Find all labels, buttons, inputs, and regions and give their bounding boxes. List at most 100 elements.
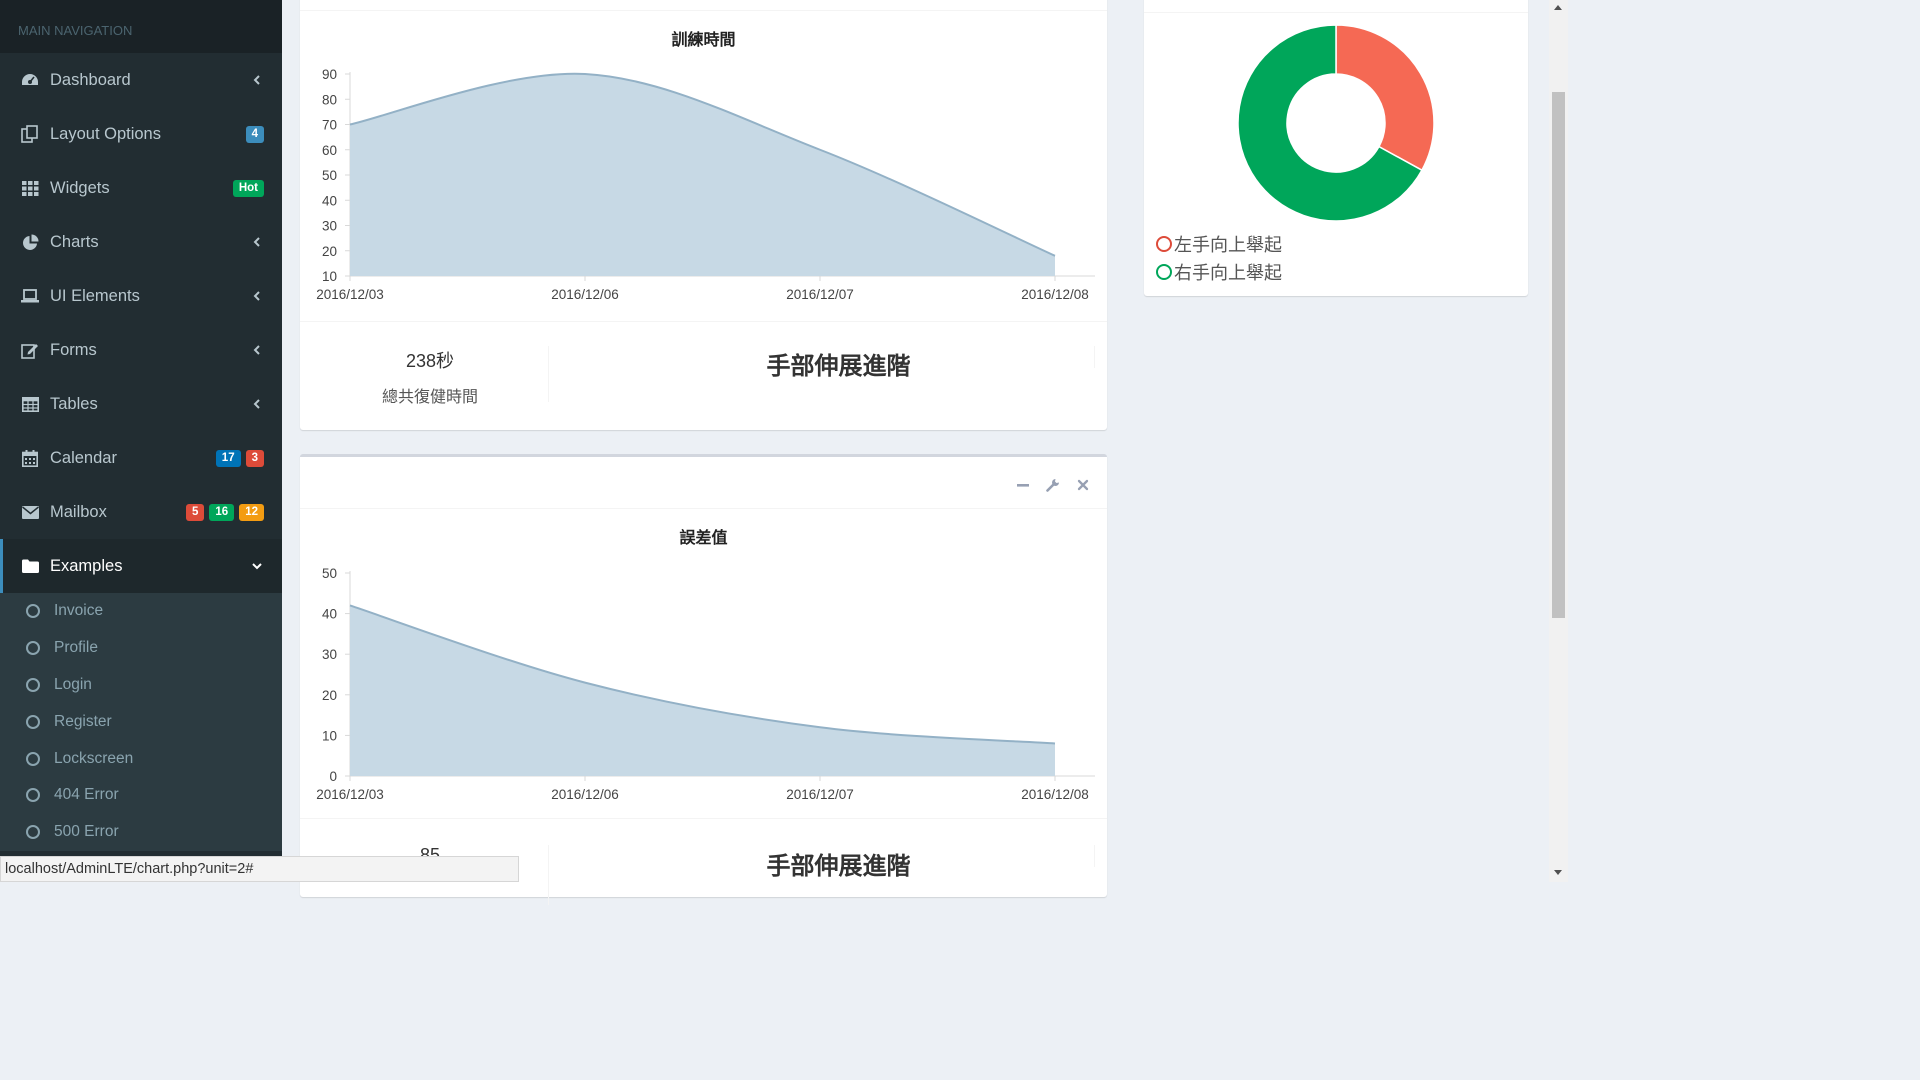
sidebar-item-label: Mailbox [50,502,107,521]
scroll-down-arrow-icon[interactable] [1554,870,1562,875]
error-value-chart: 0 10 20 30 40 50 2016/12/03 2016/12/06 2016/12/0… [316,566,1095,802]
training-time-box: 訓練時間 10 20 30 40 50 60 70 80 90 2016/12/03 2016/12… [300,0,1107,430]
folder-icon [20,556,40,576]
envelope-icon [20,502,40,522]
count-badge: 16 [209,503,235,521]
browser-status-bar: localhost/AdminLTE/chart.php?unit=2# [0,856,519,882]
sidebar-item-label: Charts [50,232,99,251]
chevron-left-icon [253,399,260,409]
sidebar-item-charts[interactable]: Charts [0,215,282,269]
y-tick-label: 10 [322,269,337,284]
files-icon [20,124,40,144]
y-tick-label: 40 [322,607,337,622]
submenu-item-label: 500 Error [54,823,119,841]
sidebar-item-forms[interactable]: Forms [0,323,282,377]
sidebar-item-widgets[interactable]: Widgets Hot [0,161,282,215]
y-tick-label: 70 [322,118,337,133]
submenu-item-login[interactable]: Login [0,667,282,704]
legend-item-left-hand: 左手向上舉起 [1156,231,1282,257]
x-tick-label: 2016/12/03 [316,787,384,802]
sidebar-item-layout-options[interactable]: Layout Options 4 [0,107,282,161]
submenu-item-label: 404 Error [54,786,119,804]
legend-label: 右手向上舉起 [1174,263,1282,283]
submenu-item-lockscreen[interactable]: Lockscreen [0,740,282,777]
y-tick-label: 60 [322,143,337,158]
count-badge: 17 [215,449,241,467]
submenu-item-register[interactable]: Register [0,703,282,740]
donut-slice [1335,24,1435,172]
submenu-item-label: Invoice [54,602,104,620]
sidebar-item-label: Dashboard [50,70,131,89]
sidebar-item-calendar[interactable]: Calendar 17 3 [0,431,282,485]
circle-icon [1156,236,1172,252]
submenu-item-profile[interactable]: Profile [0,630,282,667]
x-tick-label: 2016/12/06 [551,787,619,802]
circle-icon [26,604,40,619]
x-tick-label: 2016/12/03 [316,287,384,302]
hand-raise-donut-chart [1237,24,1435,222]
count-badge: 4 [245,125,264,143]
y-tick-label: 50 [322,168,337,183]
stat-separator [1094,845,1095,867]
area-fill [350,73,1055,277]
scroll-thumb[interactable] [1552,92,1565,618]
count-badge: 3 [245,449,264,467]
chevron-down-icon [252,563,262,570]
x-tick-label: 2016/12/08 [1021,787,1089,802]
error-value-box: 誤差值 0 10 20 30 40 50 2016/12/03 2016/12/06 2016/… [300,454,1107,905]
y-tick-label: 80 [322,92,337,107]
table-icon [20,394,40,414]
x-tick-label: 2016/12/06 [551,287,619,302]
hand-raise-box: 左手向上舉起 右手向上舉起 [1144,0,1528,296]
y-tick-label: 20 [322,244,337,259]
page-scrollbar[interactable] [1549,0,1568,882]
sidebar-item-label: Tables [50,394,98,413]
x-tick-label: 2016/12/07 [786,787,854,802]
submenu-item-500-error[interactable]: 500 Error [0,814,282,851]
x-tick-label: 2016/12/07 [786,287,854,302]
sidebar-item-label: Forms [50,340,97,359]
submenu-item-label: Register [54,712,112,730]
sidebar-item-examples[interactable]: Examples [0,539,282,593]
submenu-item-label: Lockscreen [54,749,134,767]
total-time-value: 238秒 [405,351,455,371]
y-tick-label: 50 [322,566,337,581]
sidebar-item-label: Calendar [50,448,117,467]
hot-badge: Hot [232,179,264,197]
area-fill [350,605,1055,776]
grid-icon [20,178,40,198]
examples-submenu: Invoice Profile Login Register Lockscree… [0,593,282,851]
sidebar-item-mailbox[interactable]: Mailbox 5 16 12 [0,485,282,539]
dashboard-icon [20,70,40,90]
sidebar-item-label: Examples [50,556,123,575]
y-tick-label: 90 [322,67,337,82]
sidebar-item-tables[interactable]: Tables [0,377,282,431]
y-tick-label: 30 [322,647,337,662]
y-tick-label: 30 [322,219,337,234]
chevron-left-icon [253,237,260,247]
sidebar-item-dashboard[interactable]: Dashboard [0,53,282,107]
sidebar-header: MAIN NAVIGATION [0,0,282,53]
sidebar: MAIN NAVIGATION Dashboard Layout Options… [0,0,282,882]
sidebar-item-ui-elements[interactable]: UI Elements [0,269,282,323]
submenu-item-label: Login [54,675,92,693]
circle-icon [26,825,40,840]
x-tick-label: 2016/12/08 [1021,287,1089,302]
chevron-left-icon [253,291,260,301]
sidebar-item-label: UI Elements [50,286,140,305]
legend-label: 左手向上舉起 [1174,235,1282,255]
submenu-item-404-error[interactable]: 404 Error [0,777,282,814]
submenu-item-invoice[interactable]: Invoice [0,593,282,630]
pie-chart-icon [20,232,40,252]
stat-separator [1094,346,1095,368]
y-tick-label: 20 [322,688,337,703]
circle-icon [26,714,40,729]
chart-footer-divider [300,321,1107,322]
submenu-item-label: Profile [54,639,98,657]
circle-icon [1156,264,1172,280]
sidebar-item-label: Layout Options [50,124,161,143]
sidebar-item-label: Widgets [50,178,110,197]
scroll-up-arrow-icon[interactable] [1554,5,1562,10]
circle-icon [26,751,40,766]
exercise-title: 手部伸展進階 [766,353,911,380]
